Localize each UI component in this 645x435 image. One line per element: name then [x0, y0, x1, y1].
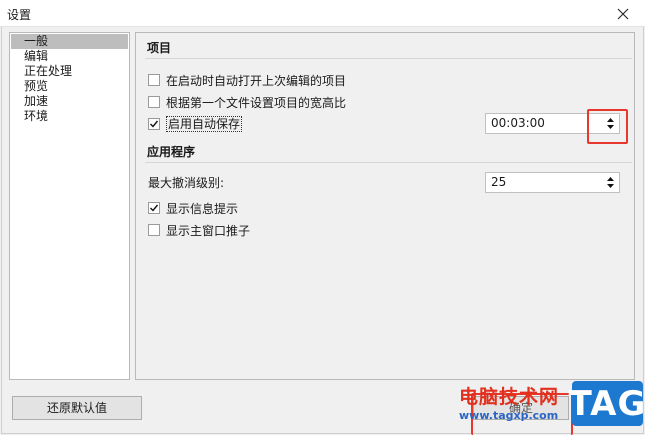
max-undo-row: 最大撤消级别: [148, 174, 224, 190]
aspect-ratio-option[interactable]: 根据第一个文件设置项目的宽高比 [148, 94, 346, 110]
max-undo-label: 最大撤消级别: [148, 175, 225, 190]
settings-panel: 项目 在启动时自动打开上次编辑的项目 根据第一个文件设置项目的宽高比 启用自动保… [135, 32, 635, 380]
auto-save-interval-value: 00:03:00 [491, 116, 545, 130]
auto-save-option[interactable]: 启用自动保存 [148, 116, 243, 132]
checkmark-icon [150, 120, 159, 128]
section-heading-application: 应用程序 [145, 143, 632, 163]
aspect-ratio-checkbox[interactable] [148, 96, 160, 108]
close-icon [617, 8, 629, 19]
checkmark-icon [150, 204, 159, 212]
window-title: 设置 [7, 8, 32, 22]
sidebar-item-edit[interactable]: 编辑 [11, 49, 128, 64]
section-heading-project: 项目 [145, 39, 632, 59]
sidebar-item-preview[interactable]: 预览 [11, 79, 128, 94]
show-main-pusher-label: 显示主窗口推子 [166, 223, 251, 238]
show-tooltips-label: 显示信息提示 [166, 201, 239, 216]
show-main-pusher-checkbox[interactable] [148, 224, 160, 236]
open-last-project-checkbox[interactable] [148, 74, 160, 86]
show-main-pusher-option[interactable]: 显示主窗口推子 [148, 222, 250, 238]
open-last-project-label: 在启动时自动打开上次编辑的项目 [166, 73, 347, 88]
title-bar: 设置 [0, 0, 645, 27]
max-undo-value: 25 [491, 175, 507, 189]
watermark-url: www.tagxp.com [459, 409, 559, 422]
sidebar-item-acceleration[interactable]: 加速 [11, 94, 128, 109]
spinner-arrows-icon[interactable] [606, 176, 615, 189]
aspect-ratio-label: 根据第一个文件设置项目的宽高比 [166, 95, 347, 110]
auto-save-checkbox[interactable] [148, 118, 160, 130]
open-last-project-option[interactable]: 在启动时自动打开上次编辑的项目 [148, 72, 346, 88]
max-undo-spinner[interactable]: 25 [485, 172, 620, 193]
sidebar-item-general[interactable]: 一般 [11, 34, 128, 49]
watermark-site-name: 电脑技术网 [459, 386, 560, 408]
watermark: 电脑技术网 www.tagxp.com [459, 382, 569, 422]
show-tooltips-checkbox[interactable] [148, 202, 160, 214]
close-button[interactable] [601, 0, 645, 27]
highlight-box [587, 109, 628, 144]
sidebar-item-processing[interactable]: 正在处理 [11, 64, 128, 79]
auto-save-label: 启用自动保存 [166, 116, 243, 132]
sidebar-item-environment[interactable]: 环境 [11, 109, 128, 124]
show-tooltips-option[interactable]: 显示信息提示 [148, 200, 238, 216]
category-list: 一般 编辑 正在处理 预览 加速 环境 [9, 32, 130, 380]
tag-logo: TAG [569, 381, 645, 426]
restore-defaults-button[interactable]: 还原默认值 [12, 396, 142, 420]
